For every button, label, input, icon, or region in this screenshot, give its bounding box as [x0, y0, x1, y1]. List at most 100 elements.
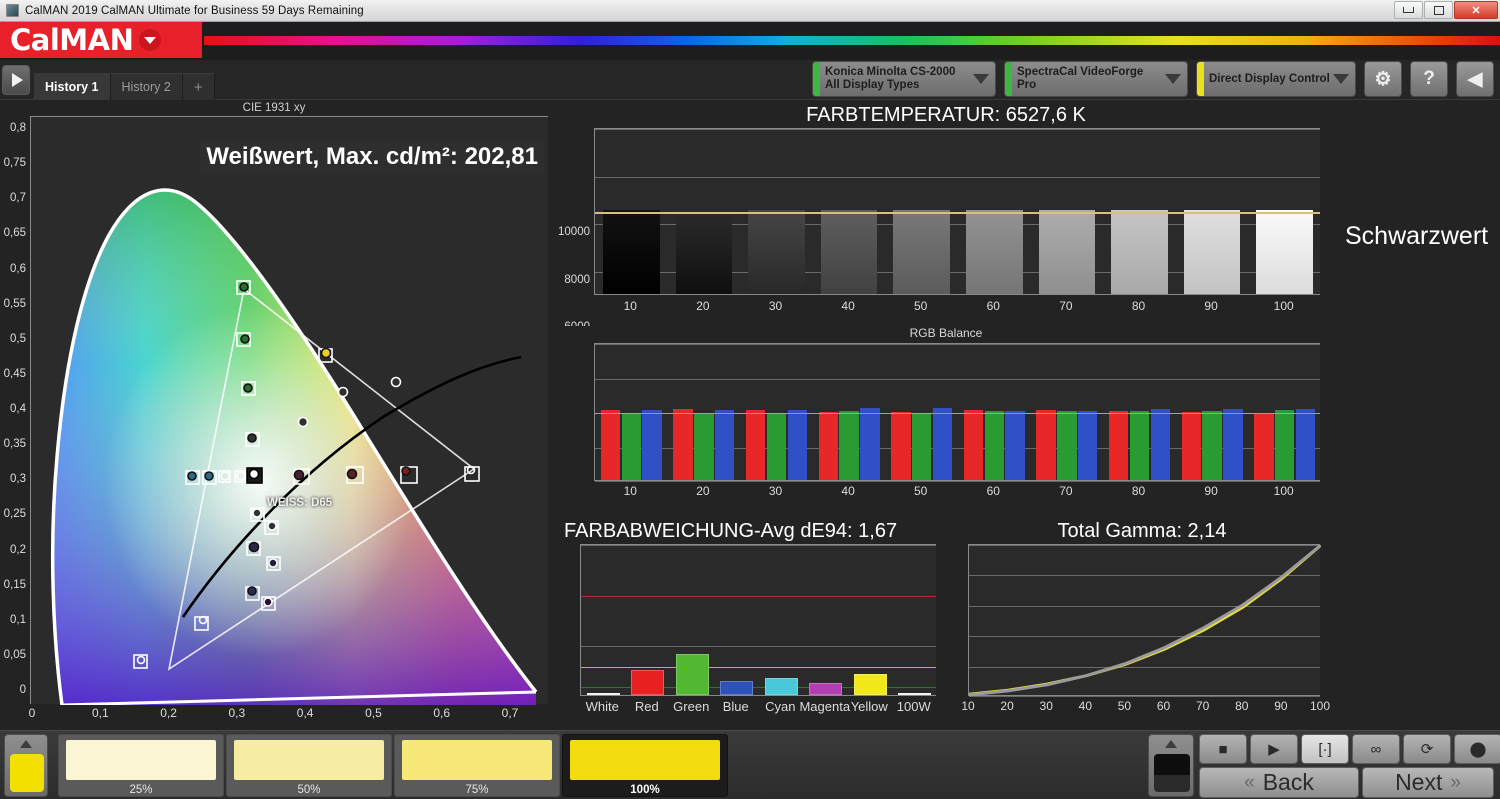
measure-button[interactable]: [·] [1301, 734, 1349, 764]
calman-logo[interactable]: CalMAN [0, 22, 202, 58]
rgb-balance-bar-green [839, 411, 859, 480]
brand-menu-button[interactable] [139, 29, 162, 51]
cie-x-tick: 0 [28, 706, 36, 720]
rgb-balance-bar-red [891, 411, 911, 480]
cie-plot-area[interactable]: WEISS: D65 Weißwert, Max. cd/m²: 202,81 [30, 116, 548, 707]
window-titlebar: CalMAN 2019 CalMAN Ultimate for Business… [0, 0, 1500, 22]
tab-history-1[interactable]: History 1 [34, 73, 111, 100]
rgb-balance-gridline [595, 344, 1320, 345]
help-button[interactable]: ? [1410, 61, 1448, 97]
cie-y-tick: 0,65 [3, 227, 26, 240]
rgb-balance-bar-green [1057, 411, 1077, 480]
cie-x-tick: 0,5 [365, 706, 382, 720]
stop-button[interactable]: ■ [1199, 734, 1247, 764]
color-deviation-x-tick: Red [634, 699, 659, 714]
patch-button-50pct[interactable]: 50% [226, 734, 392, 797]
patch-label: 50% [297, 784, 321, 796]
rgb-balance-bar-blue [642, 409, 662, 480]
current-patch-swatch [10, 754, 44, 792]
rgb-balance-bar-red [1181, 412, 1201, 480]
meter-status-strip [813, 62, 820, 96]
patch-button-75pct[interactable]: 75% [394, 734, 560, 797]
color-temperature-bar [1038, 209, 1096, 294]
rgb-balance-x-tick: 50 [914, 484, 928, 498]
collapse-button[interactable]: ◀ [1456, 61, 1494, 97]
color-temperature-bar [1111, 209, 1168, 294]
minimize-button[interactable] [1394, 1, 1423, 19]
rgb-balance-bar-blue [1078, 411, 1098, 480]
rgb-balance-plot[interactable] [594, 343, 1320, 482]
color-deviation-bar [809, 682, 843, 695]
tab-history-2[interactable]: History 2 [110, 73, 183, 100]
color-deviation-bar [631, 669, 665, 695]
color-temperature-bar [602, 210, 660, 294]
total-gamma-x-tick: 70 [1195, 699, 1210, 713]
rgb-balance-bar-red [1036, 409, 1056, 480]
white-value-readout: Weißwert, Max. cd/m²: 202,81 [200, 141, 544, 173]
rgb-balance-x-tick: 60 [986, 484, 1000, 498]
back-label: Back [1262, 769, 1314, 795]
next-button[interactable]: Next » [1362, 767, 1494, 798]
settings-button[interactable]: ⚙ [1364, 61, 1402, 97]
patch-button-25pct[interactable]: 25% [58, 734, 224, 797]
total-gamma-plot[interactable] [968, 544, 1321, 697]
display-pattern-indicator[interactable] [1148, 734, 1194, 797]
restore-button[interactable] [1424, 1, 1453, 19]
continuous-button[interactable]: ∞ [1352, 734, 1400, 764]
back-chevron-icon: « [1244, 771, 1255, 793]
color-deviation-chart: FARBABWEICHUNG-Avg dE94: 1,67 051015 Whi… [556, 520, 938, 725]
total-gamma-x-tick: 20 [1000, 699, 1014, 713]
cie-x-tick: 0,7 [501, 706, 519, 720]
color-deviation-plot[interactable] [580, 544, 936, 696]
color-temperature-x-tick: 60 [986, 299, 1000, 313]
tab-add[interactable]: + [182, 73, 215, 100]
color-deviation-x-tick: Cyan [765, 699, 796, 714]
patch-button-100pct[interactable]: 100% [562, 734, 728, 797]
cie-y-tick: 0,2 [10, 543, 26, 556]
color-temperature-x-tick: 20 [696, 299, 710, 313]
rgb-balance-x-tick: 100 [1273, 484, 1294, 498]
rgb-balance-bar-red [1109, 411, 1129, 480]
color-temperature-bar [893, 209, 950, 294]
color-temperature-x-tick: 90 [1204, 299, 1218, 313]
history-tabs: History 1 History 2 + [34, 60, 215, 100]
color-temperature-plot[interactable] [594, 128, 1320, 295]
meter-selector[interactable]: Konica Minolta CS-2000 All Display Types [812, 61, 996, 97]
chevron-down-icon [144, 36, 157, 44]
total-gamma-x-tick: 60 [1156, 699, 1171, 713]
total-gamma-x-tick: 100 [1309, 699, 1331, 713]
rgb-balance-bar-red [746, 409, 766, 480]
chevron-up-icon [1165, 740, 1177, 748]
cie-y-tick: 0,45 [3, 367, 26, 380]
total-gamma-line-target [969, 545, 1321, 697]
rgb-balance-bar-blue [787, 409, 807, 480]
rgb-balance-bar-green [1129, 411, 1150, 480]
target-button[interactable]: ⬤ [1454, 734, 1500, 764]
current-patch-indicator[interactable] [4, 734, 48, 797]
total-gamma-x-tick: 50 [1117, 699, 1132, 713]
source-name: SpectraCal VideoForge Pro [1017, 66, 1144, 91]
color-temperature-bar [1256, 209, 1313, 294]
sidebar-expand-button[interactable] [2, 65, 30, 95]
source-selector[interactable]: SpectraCal VideoForge Pro [1004, 61, 1188, 97]
cie-y-tick: 0,3 [10, 473, 26, 486]
color-temperature-gridline [595, 176, 1320, 178]
cie-y-tick: 0,05 [3, 648, 26, 661]
cie-chart-title: CIE 1931 xy [242, 102, 306, 114]
color-deviation-bar [853, 673, 887, 695]
total-gamma-x-tick: 90 [1274, 699, 1288, 713]
transport-controls: ■ ▶ [·] ∞ ⟳ ⬤ [1199, 734, 1500, 764]
color-temperature-bar [675, 210, 733, 294]
color-deviation-bar [898, 693, 932, 695]
navigation-controls: « Back Next » [1199, 767, 1494, 798]
cie-chromaticity-panel: CIE 1931 xy 0,8 0,75 0,7 0,65 0,6 0,55 0,5 0,45… [0, 100, 548, 730]
patch-swatch [570, 740, 720, 780]
rgb-balance-bar-blue [860, 407, 880, 480]
display-control-selector[interactable]: Direct Display Control [1196, 61, 1356, 97]
back-button[interactable]: « Back [1199, 767, 1359, 798]
play-button[interactable]: ▶ [1250, 734, 1298, 764]
refresh-button[interactable]: ⟳ [1403, 734, 1451, 764]
color-deviation-x-tick: Green [673, 699, 710, 714]
chevron-down-icon [1333, 74, 1349, 84]
close-button[interactable]: ✕ [1454, 1, 1498, 19]
